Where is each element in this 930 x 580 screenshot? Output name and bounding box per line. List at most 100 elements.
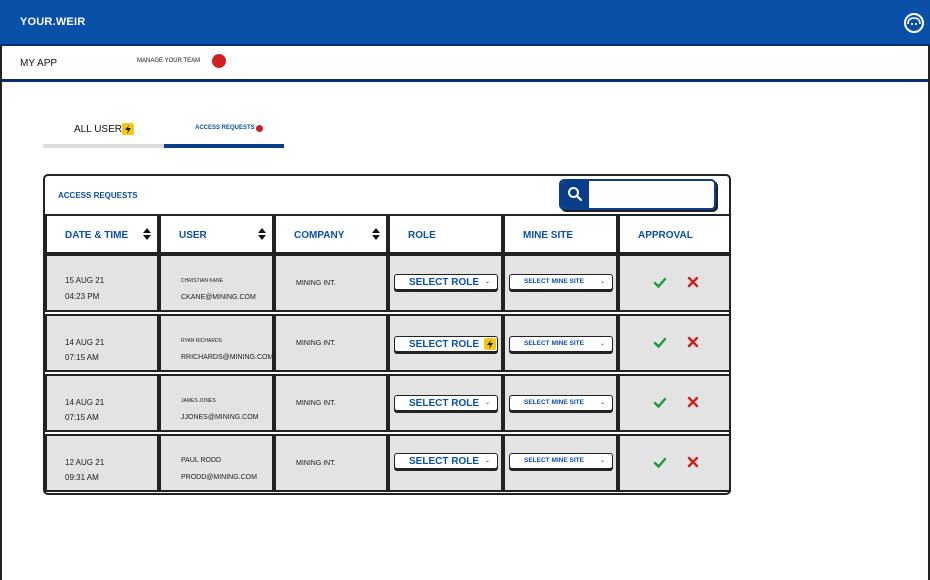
- row-date: 14 AUG 21: [65, 338, 105, 347]
- row-date: 12 AUG 21: [65, 458, 105, 467]
- role-select[interactable]: SELECT ROLE ⌄: [394, 453, 498, 469]
- row-time: 04:23 PM: [65, 292, 100, 301]
- chevron-down-icon: ⌄: [600, 341, 606, 347]
- chevron-down-icon: ⌄: [485, 458, 491, 464]
- row-date: 14 AUG 21: [65, 398, 105, 407]
- approve-check-icon[interactable]: [653, 456, 667, 470]
- col-header-date-label: DATE & TIME: [65, 230, 129, 241]
- col-header-role-label: ROLE: [408, 230, 436, 241]
- col-header-role: ROLE: [388, 214, 503, 254]
- cell-date: 12 AUG 21 09:31 AM: [45, 434, 159, 492]
- mine-site-select[interactable]: SELECT MINE SITE ⌄: [509, 336, 613, 352]
- cell-approval: [618, 374, 731, 432]
- reject-x-icon[interactable]: [687, 276, 699, 288]
- row-user-email: JJONES@MINING.COM: [181, 414, 259, 421]
- search-box: [559, 179, 716, 210]
- col-header-mine-site: MINE SITE: [503, 214, 618, 254]
- cell-mine-site: SELECT MINE SITE ⌄: [503, 314, 618, 372]
- col-header-approval-label: APPROVAL: [638, 230, 693, 241]
- mine-site-select-label: SELECT MINE SITE: [524, 457, 584, 464]
- col-header-approval: APPROVAL: [618, 214, 731, 254]
- cell-date: 14 AUG 21 07:15 AM: [45, 374, 159, 432]
- chevron-down-icon: ⌄: [485, 400, 491, 406]
- cell-approval: [618, 434, 731, 492]
- reject-x-icon[interactable]: [687, 456, 699, 468]
- search-input[interactable]: [589, 181, 714, 208]
- lightning-icon: [122, 123, 134, 135]
- row-time: 07:15 AM: [65, 413, 99, 422]
- tab-access-requests-label: ACCESS REQUESTS: [195, 125, 255, 131]
- approve-check-icon[interactable]: [653, 396, 667, 410]
- role-select-label: SELECT ROLE: [409, 398, 480, 409]
- reject-x-icon[interactable]: [687, 396, 699, 408]
- cell-approval: [618, 314, 731, 372]
- table-row: 14 AUG 21 07:15 AM RYAN RICHARDS RRICHAR…: [45, 314, 731, 374]
- table-row: 14 AUG 21 07:15 AM JAMES JONES JJONES@MI…: [45, 374, 731, 434]
- cell-date: 15 AUG 21 04:23 PM: [45, 254, 159, 312]
- search-button[interactable]: [561, 181, 589, 208]
- row-time: 09:31 AM: [65, 473, 99, 482]
- role-select[interactable]: SELECT ROLE ⌄: [394, 274, 498, 290]
- access-requests-card: ACCESS REQUESTS DATE & TIME USER COMPANY…: [43, 174, 731, 495]
- mine-site-select-label: SELECT MINE SITE: [524, 399, 584, 406]
- cell-mine-site: SELECT MINE SITE ⌄: [503, 374, 618, 432]
- mine-site-select[interactable]: SELECT MINE SITE ⌄: [509, 453, 613, 469]
- role-select-label: SELECT ROLE: [409, 339, 480, 350]
- sort-icon[interactable]: [372, 227, 380, 241]
- col-header-user[interactable]: USER: [159, 214, 274, 254]
- cell-mine-site: SELECT MINE SITE ⌄: [503, 434, 618, 492]
- mine-site-select-label: SELECT MINE SITE: [524, 278, 584, 285]
- cell-approval: [618, 254, 731, 312]
- col-header-company[interactable]: COMPANY: [274, 214, 388, 254]
- row-user-email: PRODD@MINING.COM: [181, 474, 257, 481]
- tab-all-users[interactable]: ALL USERS: [43, 118, 164, 148]
- sort-icon[interactable]: [258, 227, 266, 241]
- cell-role: SELECT ROLE ⌄: [388, 254, 503, 312]
- row-user-name: CHRISTIAN KANE: [181, 278, 223, 284]
- tab-access-requests[interactable]: ACCESS REQUESTS: [164, 118, 284, 148]
- row-company: MINING INT.: [296, 400, 336, 407]
- profile-icon[interactable]: [904, 13, 924, 33]
- cell-role: SELECT ROLE ⌄: [388, 374, 503, 432]
- row-user-email: CKANE@MINING.COM: [181, 294, 256, 301]
- cell-role: SELECT ROLE: [388, 314, 503, 372]
- mine-site-select-label: SELECT MINE SITE: [524, 340, 584, 347]
- sort-icon[interactable]: [143, 227, 151, 241]
- chevron-down-icon: ⌄: [600, 458, 606, 464]
- cell-company: MINING INT.: [274, 374, 388, 432]
- role-select[interactable]: SELECT ROLE: [394, 336, 498, 352]
- cell-company: MINING INT.: [274, 314, 388, 372]
- table-row: 12 AUG 21 09:31 AM PAUL RODD PRODD@MININ…: [45, 434, 731, 494]
- role-select-label: SELECT ROLE: [409, 277, 480, 288]
- row-user-name: RYAN RICHARDS: [181, 338, 222, 344]
- search-icon: [568, 187, 583, 202]
- reject-x-icon[interactable]: [687, 336, 699, 348]
- mine-site-select[interactable]: SELECT MINE SITE ⌄: [509, 274, 613, 290]
- col-header-user-label: USER: [179, 230, 207, 241]
- card-title: ACCESS REQUESTS: [58, 191, 138, 200]
- cell-user: PAUL RODD PRODD@MINING.COM: [159, 434, 274, 492]
- mine-site-select[interactable]: SELECT MINE SITE ⌄: [509, 395, 613, 411]
- col-header-date[interactable]: DATE & TIME: [45, 214, 159, 254]
- nav-my-app[interactable]: MY APP: [20, 58, 57, 69]
- cell-user: JAMES JONES JJONES@MINING.COM: [159, 374, 274, 432]
- row-time: 07:15 AM: [65, 353, 99, 362]
- row-user-name: JAMES JONES: [181, 398, 216, 404]
- brand-logo[interactable]: YOUR.WEIR: [20, 16, 85, 28]
- cell-user: CHRISTIAN KANE CKANE@MINING.COM: [159, 254, 274, 312]
- approve-check-icon[interactable]: [653, 276, 667, 290]
- notification-dot: [212, 54, 226, 68]
- chevron-down-icon: ⌄: [600, 400, 606, 406]
- lightning-icon: [484, 338, 496, 350]
- role-select[interactable]: SELECT ROLE ⌄: [394, 395, 498, 411]
- nav-manage-team[interactable]: MANAGE YOUR TEAM: [137, 58, 200, 64]
- top-bar: YOUR.WEIR: [0, 0, 930, 46]
- approve-check-icon[interactable]: [653, 336, 667, 350]
- col-header-company-label: COMPANY: [294, 230, 345, 241]
- row-company: MINING INT.: [296, 340, 336, 347]
- row-company: MINING INT.: [296, 460, 336, 467]
- row-user-name: PAUL RODD: [181, 457, 222, 464]
- chevron-down-icon: ⌄: [600, 279, 606, 285]
- col-header-mine-site-label: MINE SITE: [523, 230, 574, 241]
- cell-role: SELECT ROLE ⌄: [388, 434, 503, 492]
